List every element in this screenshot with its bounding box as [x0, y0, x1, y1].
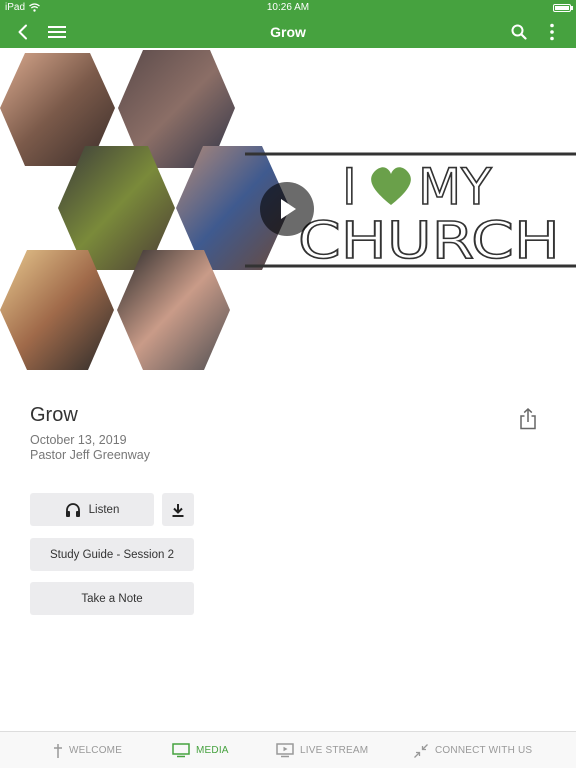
tab-connect-label: CONNECT WITH US [435, 745, 533, 756]
tab-connect[interactable]: CONNECT WITH US [413, 732, 532, 768]
tab-bar: WELCOME MEDIA LIVE STREAM CONNECT WITH U… [0, 731, 576, 768]
play-button[interactable] [260, 182, 314, 236]
battery-tip [571, 6, 573, 10]
page-title: Grow [270, 24, 306, 40]
search-button[interactable] [507, 20, 531, 44]
banner-church-text: CHURCH [298, 212, 560, 271]
status-bar: iPad 10:26 AM [0, 0, 576, 16]
take-note-button[interactable]: Take a Note [30, 582, 194, 615]
listen-label: Listen [88, 503, 120, 516]
more-vertical-icon [550, 23, 554, 41]
share-button[interactable] [518, 407, 538, 431]
listen-button[interactable]: Listen [30, 493, 154, 526]
more-button[interactable] [540, 20, 564, 44]
tab-live-stream-label: LIVE STREAM [300, 745, 369, 756]
study-guide-button[interactable]: Study Guide - Session 2 [30, 538, 194, 571]
sermon-date: October 13, 2019 [30, 433, 127, 447]
play-screen-icon [276, 743, 294, 758]
tab-live-stream[interactable]: LIVE STREAM [276, 732, 368, 768]
tab-media[interactable]: MEDIA [172, 732, 229, 768]
sermon-title: Grow [30, 404, 78, 426]
search-icon [511, 24, 527, 40]
artwork-svg: I MY CHURCH [0, 50, 576, 370]
cross-icon [54, 743, 62, 758]
nav-bar: Grow [0, 16, 576, 48]
battery-icon [553, 4, 571, 12]
banner-my-text: MY [418, 158, 492, 216]
banner-i-text: I [342, 158, 357, 216]
status-time: 10:26 AM [266, 2, 310, 13]
heart-icon [371, 167, 411, 205]
sermon-artwork: I MY CHURCH [0, 48, 576, 372]
tab-welcome[interactable]: WELCOME [53, 732, 122, 768]
sermon-speaker: Pastor Jeff Greenway [30, 448, 150, 462]
share-icon [520, 407, 536, 430]
download-button[interactable] [162, 493, 194, 526]
headphones-icon [65, 502, 80, 517]
tab-welcome-label: WELCOME [69, 745, 123, 756]
arrows-in-icon [414, 743, 428, 758]
download-icon [172, 503, 184, 517]
monitor-icon [172, 743, 190, 758]
sermon-meta: Grow October 13, 2019 Pastor Jeff Greenw… [30, 404, 150, 462]
tab-media-label: MEDIA [196, 745, 229, 756]
